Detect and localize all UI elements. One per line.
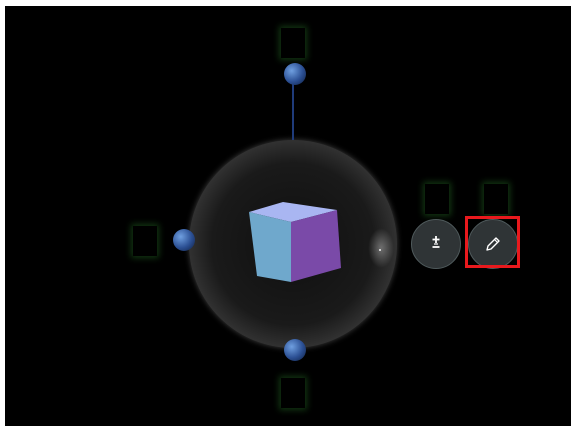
orbit-slot-right-1	[425, 184, 449, 214]
edit-button[interactable]	[468, 219, 518, 269]
rotation-handle-left[interactable]	[173, 229, 195, 251]
cube-left-face	[249, 212, 291, 282]
orbit-slot-top	[281, 28, 305, 58]
rotation-axis-line	[292, 84, 294, 140]
orbit-slot-left	[133, 226, 157, 256]
orbit-slot-bottom	[281, 378, 305, 408]
cube-model[interactable]	[245, 202, 345, 286]
rotation-handle-top[interactable]	[284, 63, 306, 85]
3d-viewport[interactable]	[5, 6, 571, 426]
pencil-icon	[486, 237, 500, 251]
scale-button[interactable]	[411, 219, 461, 269]
orbit-slot-right-2	[484, 184, 508, 214]
cube-right-face	[291, 210, 341, 282]
rotation-handle-bottom[interactable]	[284, 339, 306, 361]
sphere-center-dot	[379, 249, 381, 251]
sphere-highlight	[368, 228, 394, 268]
plus-minus-icon	[432, 236, 440, 248]
